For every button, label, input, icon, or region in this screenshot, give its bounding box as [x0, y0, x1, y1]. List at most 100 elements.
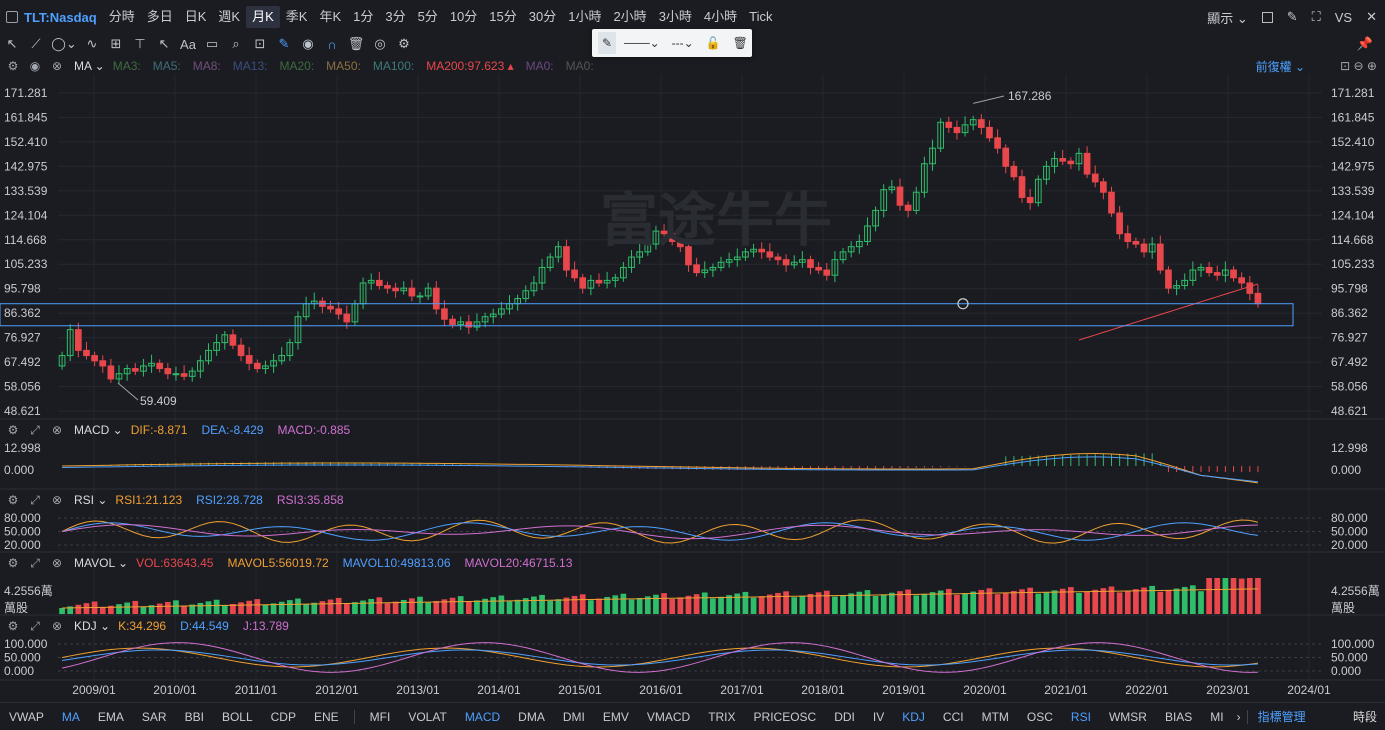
macd-name[interactable]: MACD ⌄	[74, 423, 123, 437]
indicator-ma[interactable]: MA	[53, 710, 89, 724]
expand-icon[interactable]: ⤢	[26, 423, 44, 438]
indicator-boll[interactable]: BOLL	[213, 710, 262, 724]
indicator-ene[interactable]: ENE	[305, 710, 348, 724]
volume-bar	[693, 594, 700, 614]
rsi1-value: RSI1:21.123	[115, 493, 183, 507]
candle-body	[1238, 277, 1246, 284]
indicator-ema[interactable]: EMA	[89, 710, 133, 724]
indicator-dma[interactable]: DMA	[509, 710, 554, 724]
close-icon[interactable]: ⊗	[48, 423, 66, 437]
indicator-mi[interactable]: MI	[1201, 710, 1232, 724]
volume-bar	[531, 596, 537, 614]
candle-body	[1156, 243, 1164, 271]
indicator-cci[interactable]: CCI	[934, 710, 973, 724]
hide-icon[interactable]: ◉	[26, 59, 44, 73]
price-label-left: 152.410	[4, 135, 48, 149]
indicator-macd[interactable]: MACD	[456, 710, 509, 724]
indicator-emv[interactable]: EMV	[594, 710, 638, 724]
volume-bar	[921, 593, 928, 614]
candle-body	[1132, 241, 1140, 245]
candle-body	[408, 287, 416, 297]
volume-bar	[327, 599, 334, 614]
indicator-kdj[interactable]: KDJ	[893, 710, 934, 724]
volume-bar	[832, 596, 838, 614]
gear-icon[interactable]: ⚙	[4, 423, 22, 437]
macd-axis-right: 12.998	[1331, 441, 1368, 455]
kdj-name[interactable]: KDJ ⌄	[74, 619, 110, 633]
expand-icon[interactable]: ⤢	[26, 556, 44, 571]
high-annotation: 167.286	[1008, 89, 1052, 103]
volume-bar	[83, 603, 90, 614]
volume-bar	[799, 595, 806, 614]
time-label: 2024/01	[1287, 683, 1331, 697]
candle-body	[172, 373, 180, 376]
expand-icon[interactable]: ⤢	[26, 493, 44, 508]
candle-body	[571, 269, 578, 279]
volume-panel: 4.2556萬萬股 4.2556萬萬股	[4, 578, 1380, 615]
kdj-k: K:34.296	[118, 619, 167, 633]
close-icon[interactable]: ⊗	[48, 59, 66, 73]
mavol-name[interactable]: MAVOL ⌄	[74, 556, 128, 570]
volume-bar	[1011, 590, 1017, 614]
rsi-axis-right: 20.000	[1331, 538, 1368, 552]
rsi-panel: 80.000 80.00050.000 50.00020.000 20.000	[4, 511, 1368, 552]
indicator-mfi[interactable]: MFI	[361, 710, 400, 724]
indicator-rsi[interactable]: RSI	[1062, 710, 1100, 724]
candle-body	[1246, 282, 1254, 294]
indicator-trix[interactable]: TRIX	[699, 710, 744, 724]
indicator-iv[interactable]: IV	[864, 710, 893, 724]
time-label: 2022/01	[1125, 683, 1169, 697]
volume-bar	[116, 604, 122, 614]
indicator-priceosc[interactable]: PRICEOSC	[745, 710, 826, 724]
indicator-manage-button[interactable]: 指標管理	[1258, 708, 1306, 725]
indicator-mtm[interactable]: MTM	[973, 710, 1018, 724]
candle-body	[74, 329, 82, 351]
indicator-vwap[interactable]: VWAP	[0, 710, 53, 724]
volume-bar	[1230, 578, 1237, 614]
close-icon[interactable]: ⊗	[48, 493, 66, 507]
price-label-right: 171.281	[1331, 86, 1375, 100]
volume-bar	[1116, 592, 1123, 614]
chart-canvas[interactable]: 171.281 171.281 161.845 161.845 152.410 152.4…	[0, 0, 1385, 702]
indicator-bbi[interactable]: BBI	[176, 710, 213, 724]
indicator-dmi[interactable]: DMI	[554, 710, 594, 724]
indicator-volat[interactable]: VOLAT	[399, 710, 455, 724]
indicator-cdp[interactable]: CDP	[262, 710, 305, 724]
indicator-bias[interactable]: BIAS	[1156, 710, 1201, 724]
gear-icon[interactable]: ⚙	[4, 556, 22, 570]
time-label: 2015/01	[558, 683, 602, 697]
candle-body	[945, 121, 953, 128]
candle-body	[774, 256, 782, 261]
indicator-vmacd[interactable]: VMACD	[638, 710, 699, 724]
adjust-select[interactable]: 前復權 ⌄	[1256, 58, 1305, 75]
price-label-right: 58.056	[1331, 380, 1368, 394]
volume-bar	[547, 600, 554, 614]
expand-icon[interactable]: ⤢	[26, 619, 44, 634]
close-icon[interactable]: ⊗	[48, 619, 66, 633]
gear-icon[interactable]: ⚙	[4, 59, 22, 73]
indicator-ddi[interactable]: DDI	[825, 710, 864, 724]
ma-value: MA20:	[279, 59, 315, 73]
scroll-right-icon[interactable]: ›	[1237, 710, 1241, 724]
indicator-osc[interactable]: OSC	[1018, 710, 1062, 724]
gear-icon[interactable]: ⚙	[4, 619, 22, 633]
gear-icon[interactable]: ⚙	[4, 493, 22, 507]
price-label-left: 114.668	[4, 233, 47, 247]
rsi-name[interactable]: RSI ⌄	[74, 493, 107, 507]
panel-controls[interactable]: ⊡ ⊖ ⊕	[1340, 59, 1377, 73]
volume-bar	[1035, 593, 1042, 614]
main-indicator-name[interactable]: MA ⌄	[74, 59, 105, 73]
volume-bar	[913, 595, 920, 614]
kdj-d: D:44.549	[180, 619, 229, 633]
indicator-sar[interactable]: SAR	[133, 710, 176, 724]
candle-body	[1124, 233, 1132, 243]
divider	[353, 709, 355, 724]
session-button[interactable]: 時段	[1353, 708, 1377, 725]
time-label: 2021/01	[1044, 683, 1088, 697]
volume-bar	[807, 593, 814, 614]
indicator-wmsr[interactable]: WMSR	[1100, 710, 1156, 724]
volume-bar	[1027, 587, 1033, 614]
macd-axis-left: 0.000	[4, 463, 34, 477]
volume-bar	[335, 597, 342, 614]
close-icon[interactable]: ⊗	[48, 556, 66, 570]
